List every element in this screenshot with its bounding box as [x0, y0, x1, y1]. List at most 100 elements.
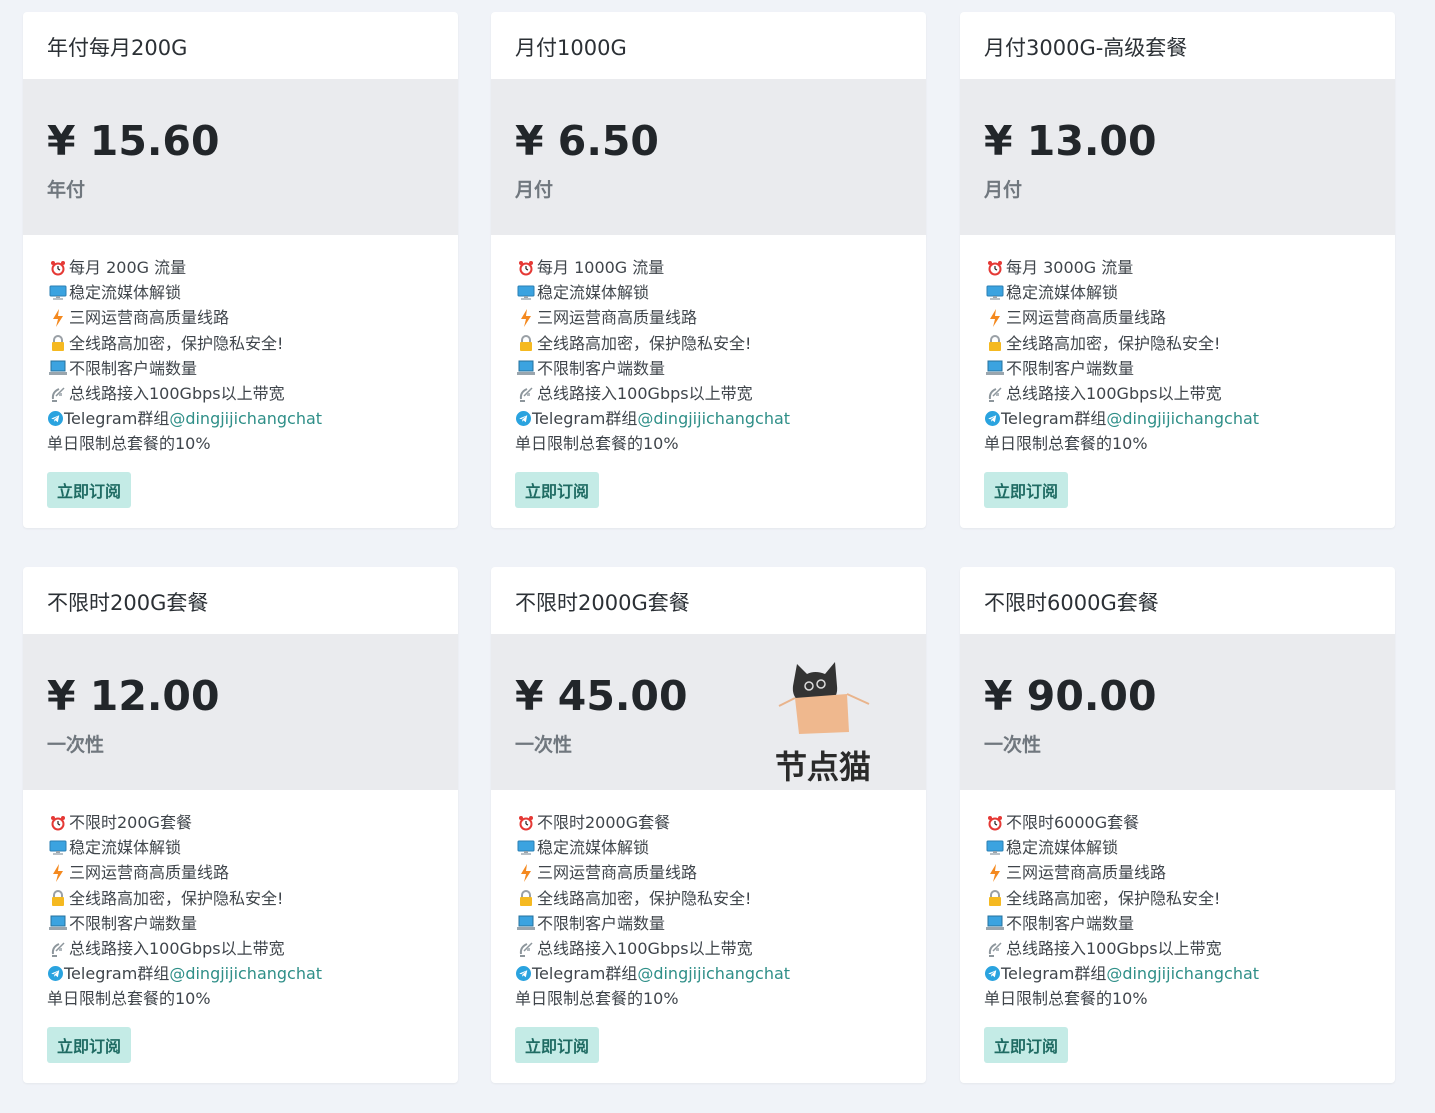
feature-item: 稳定流媒体解锁 — [515, 280, 902, 305]
subscribe-button[interactable]: 立即订阅 — [515, 1027, 600, 1063]
feature-text: 稳定流媒体解锁 — [537, 838, 650, 858]
lightning-icon — [47, 862, 69, 884]
telegram-link[interactable]: @dingjijichangchat — [1106, 406, 1259, 431]
telegram-icon — [515, 963, 532, 985]
subscribe-button[interactable]: 立即订阅 — [984, 1027, 1069, 1063]
feature-item: 不限制客户端数量 — [984, 911, 1371, 936]
telegram-item: Telegram群组 @dingjijichangchat — [515, 406, 902, 431]
feature-list: 每月 200G 流量 稳定流媒体解锁三网运营商高质量线路全线路高加密，保护隐私安全… — [23, 235, 458, 457]
daily-limit-text: 单日限制总套餐的10% — [984, 989, 1148, 1009]
monitor-icon — [47, 282, 69, 304]
telegram-label: Telegram群组 — [64, 964, 170, 984]
telegram-label: Telegram群组 — [64, 409, 170, 429]
plan-title: 月付3000G-高级套餐 — [984, 36, 1188, 60]
plan-title: 不限时6000G套餐 — [984, 591, 1159, 615]
feature-item: 总线路接入100Gbps以上带宽 — [47, 381, 434, 406]
telegram-icon — [515, 408, 532, 430]
feature-list: 每月 1000G 流量 稳定流媒体解锁 三网运营商高质量线路 全线路高加密，保护隐私安… — [491, 235, 926, 457]
feature-text: 不限制客户端数量 — [69, 913, 198, 933]
feature-item: 稳定流媒体解锁 — [984, 280, 1371, 305]
feature-text: 三网运营商高质量线路 — [69, 863, 230, 883]
telegram-label: Telegram群组 — [1001, 964, 1107, 984]
plan-price: ¥ 13.00 — [984, 117, 1157, 165]
plan-title: 月付1000G — [515, 36, 627, 60]
feature-text: 不限制客户端数量 — [537, 913, 666, 933]
plan-title: 不限时2000G套餐 — [515, 591, 690, 615]
telegram-label: Telegram群组 — [532, 409, 638, 429]
feature-list: 不限时6000G套餐 稳定流媒体解锁 三网运营商高质量线路 全线路高加密，保护隐私安全… — [960, 790, 1395, 1012]
laptop-icon — [47, 357, 69, 379]
feature-item: 总线路接入100Gbps以上带宽 — [515, 936, 902, 961]
telegram-link[interactable]: @dingjijichangchat — [637, 406, 790, 431]
telegram-label: Telegram群组 — [1001, 409, 1107, 429]
feature-item: 不限时6000G套餐 — [984, 810, 1371, 835]
telegram-icon — [984, 963, 1001, 985]
feature-text: 三网运营商高质量线路 — [1006, 863, 1167, 883]
feature-item: 全线路高加密，保护隐私安全! — [47, 331, 434, 356]
feature-text: 稳定流媒体解锁 — [69, 283, 182, 303]
telegram-link[interactable]: @dingjijichangchat — [169, 406, 322, 431]
telegram-label: Telegram群组 — [532, 964, 638, 984]
plans-grid: 年付每月200G ¥ 15.60 年付 每月 200G 流量 稳定流媒体解锁 三网运… — [0, 0, 1435, 1113]
price-block: ¥ 12.00 一次性 — [23, 634, 458, 790]
monitor-icon — [515, 282, 537, 304]
telegram-item: Telegram群组 @dingjijichangchat — [984, 406, 1371, 431]
satellite-icon — [47, 383, 69, 405]
telegram-link[interactable]: @dingjijichangchat — [637, 961, 790, 986]
satellite-icon — [984, 938, 1006, 960]
feature-text: 总线路接入100Gbps以上带宽 — [1006, 384, 1222, 404]
feature-text: 不限制客户端数量 — [1006, 913, 1135, 933]
feature-text: 总线路接入100Gbps以上带宽 — [537, 384, 753, 404]
lightning-icon — [515, 307, 537, 329]
daily-limit-text: 单日限制总套餐的10% — [984, 434, 1148, 454]
feature-item: 不限制客户端数量 — [515, 911, 902, 936]
monitor-icon — [984, 837, 1006, 859]
plan-card: 月付1000G ¥ 6.50 月付 每月 1000G 流量 稳定流媒体解锁 三网运营… — [491, 12, 926, 528]
subscribe-button[interactable]: 立即订阅 — [47, 472, 132, 508]
lock-icon — [515, 332, 537, 354]
feature-item: 不限制客户端数量 — [47, 356, 434, 381]
plan-card: 不限时200G套餐 ¥ 12.00 一次性 不限时200G套餐 稳定流媒体解锁 三网… — [23, 567, 458, 1083]
feature-item: 不限制客户端数量 — [984, 356, 1371, 381]
subscribe-button[interactable]: 立即订阅 — [47, 1027, 132, 1063]
plan-card: 不限时6000G套餐 ¥ 90.00 一次性 不限时6000G套餐 稳定流媒体解锁… — [960, 567, 1395, 1083]
subscribe-button[interactable]: 立即订阅 — [515, 472, 600, 508]
plan-price: ¥ 6.50 — [515, 117, 659, 165]
telegram-link[interactable]: @dingjijichangchat — [169, 961, 322, 986]
feature-text: 不限时2000G套餐 — [537, 813, 671, 832]
feature-item: 全线路高加密，保护隐私安全! — [515, 331, 902, 356]
feature-text: 全线路高加密，保护隐私安全! — [69, 333, 284, 353]
plan-title: 年付每月200G — [47, 36, 188, 60]
feature-text: 不限时200G套餐 — [69, 813, 192, 832]
feature-item: 全线路高加密，保护隐私安全! — [515, 886, 902, 911]
feature-item: 不限时2000G套餐 — [515, 810, 902, 835]
telegram-item: Telegram群组 @dingjijichangchat — [47, 961, 434, 986]
feature-text: 不限时6000G套餐 — [1006, 813, 1140, 832]
feature-list: 不限时200G套餐 稳定流媒体解锁 三网运营商高质量线路 全线路高加密，保护隐私安全!… — [23, 790, 458, 1012]
feature-text: 全线路高加密，保护隐私安全! — [1006, 888, 1221, 908]
telegram-link[interactable]: @dingjijichangchat — [1106, 961, 1259, 986]
feature-item: 三网运营商高质量线路 — [984, 860, 1371, 885]
feature-text: 全线路高加密，保护隐私安全! — [1006, 333, 1221, 353]
alarm-clock-icon — [515, 812, 537, 834]
laptop-icon — [47, 912, 69, 934]
lock-icon — [47, 887, 69, 909]
plan-price: ¥ 15.60 — [47, 117, 220, 165]
laptop-icon — [984, 357, 1006, 379]
feature-item: 总线路接入100Gbps以上带宽 — [47, 936, 434, 961]
plan-card: 月付3000G-高级套餐 ¥ 13.00 月付 每月 3000G 流量 稳定流媒体… — [960, 12, 1395, 528]
feature-text: 不限制客户端数量 — [537, 358, 666, 378]
alarm-clock-icon — [984, 257, 1006, 279]
feature-item: 全线路高加密，保护隐私安全! — [984, 331, 1371, 356]
feature-text: 全线路高加密，保护隐私安全! — [537, 888, 752, 908]
feature-text: 总线路接入100Gbps以上带宽 — [537, 939, 753, 959]
feature-text: 三网运营商高质量线路 — [69, 308, 230, 328]
feature-list: 不限时2000G套餐 稳定流媒体解锁 三网运营商高质量线路 全线路高加密，保护隐私安全… — [491, 790, 926, 1012]
alarm-clock-icon — [47, 257, 69, 279]
alarm-clock-icon — [984, 812, 1006, 834]
feature-text: 每月 200G 流量 — [69, 258, 187, 277]
lock-icon — [47, 332, 69, 354]
subscribe-button[interactable]: 立即订阅 — [984, 472, 1069, 508]
feature-item: 全线路高加密，保护隐私安全! — [984, 886, 1371, 911]
feature-item: 不限制客户端数量 — [515, 356, 902, 381]
